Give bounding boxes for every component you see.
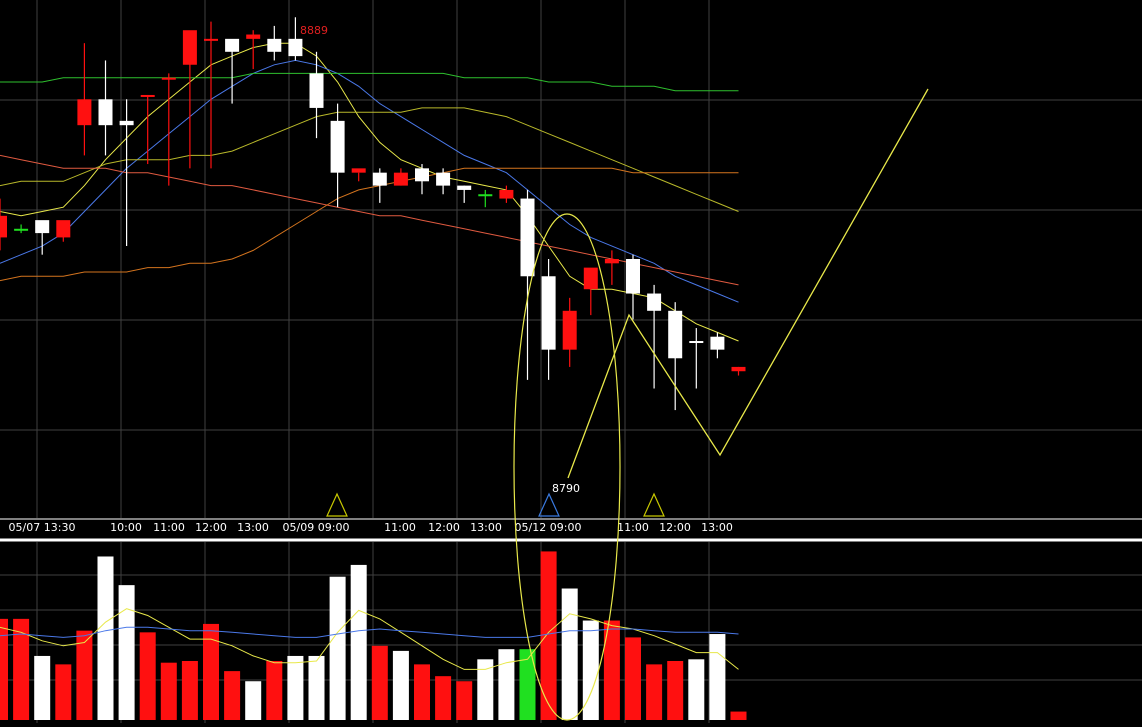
candle-body <box>330 120 345 173</box>
candle-body <box>562 310 577 350</box>
volume-bar <box>118 585 135 720</box>
volume-bar <box>730 711 747 720</box>
candle-body <box>119 120 134 126</box>
candle-body <box>415 168 429 182</box>
volume-bar <box>498 649 515 720</box>
volume-bar <box>371 645 388 720</box>
volume-bar <box>266 661 283 720</box>
volume-bar <box>477 659 494 720</box>
candle-body <box>541 276 556 350</box>
volume-bar <box>76 630 93 720</box>
candle-body <box>288 38 303 57</box>
candle-body <box>457 185 472 190</box>
x-tick-label: 13:00 <box>237 521 269 534</box>
candle-body <box>182 30 197 65</box>
volume-bar <box>561 588 578 720</box>
candle-body <box>56 220 71 238</box>
candle-body <box>204 38 218 41</box>
low-price-label: 8790 <box>552 482 580 495</box>
volume-bar <box>0 618 8 720</box>
x-tick-label: 05/07 13:30 <box>9 521 76 534</box>
volume-bar <box>245 681 262 720</box>
x-tick-label: 11:00 <box>384 521 416 534</box>
volume-bar <box>646 664 663 720</box>
x-tick-label: 12:00 <box>195 521 227 534</box>
x-tick-label: 13:00 <box>470 521 502 534</box>
candle-body <box>689 341 704 344</box>
volume-bar <box>435 676 452 720</box>
volume-bar <box>350 564 367 720</box>
candle-body <box>499 189 514 199</box>
candle-body <box>98 99 113 126</box>
volume-bar <box>667 661 684 720</box>
candle-body <box>351 168 366 173</box>
candle-body <box>77 99 92 126</box>
volume-bar <box>540 551 557 720</box>
volume-bar <box>34 655 51 720</box>
volume-bar <box>287 655 304 720</box>
x-tick-label: 12:00 <box>659 521 691 534</box>
volume-bar <box>181 661 198 720</box>
candle-body <box>626 259 640 294</box>
candle-body <box>478 194 493 197</box>
x-tick-label: 11:00 <box>153 521 185 534</box>
volume-bar <box>55 664 72 720</box>
candle-body <box>246 34 261 39</box>
candle-body <box>0 215 7 238</box>
candle-body <box>225 38 240 52</box>
volume-bar <box>456 681 473 720</box>
volume-bar <box>308 655 325 720</box>
candle-body <box>161 77 176 80</box>
stock-chart: 8889 8790 05/07 13:30 10:00 11:00 12:00 13:0… <box>0 0 1142 723</box>
candle-body <box>267 38 282 52</box>
x-tick-label: 11:00 <box>617 521 649 534</box>
volume-bar <box>392 650 409 720</box>
volume-bar <box>414 664 430 720</box>
x-tick-label: 05/09 09:00 <box>283 521 350 534</box>
volume-bar <box>203 623 219 720</box>
x-tick-label: 12:00 <box>428 521 460 534</box>
volume-bar <box>329 576 346 720</box>
candle-body <box>393 172 408 186</box>
volume-bar <box>709 634 726 720</box>
candle-body <box>520 198 535 277</box>
volume-bar <box>97 556 114 720</box>
high-price-label: 8889 <box>300 24 328 37</box>
volume-bar <box>625 637 641 720</box>
candle-body <box>647 293 662 311</box>
volume-bar <box>224 671 241 720</box>
volume-bar <box>688 659 705 720</box>
candle-body <box>604 259 619 264</box>
candle-body <box>710 336 725 350</box>
candle-body <box>731 366 746 372</box>
candle-body <box>35 220 50 234</box>
chart-root: 8889 8790 05/07 13:30 10:00 11:00 12:00 13:0… <box>0 0 1142 723</box>
candle-body <box>372 172 387 186</box>
candle-body <box>140 94 155 97</box>
volume-bar <box>139 632 156 720</box>
x-tick-label: 10:00 <box>110 521 142 534</box>
candle-body <box>14 228 29 231</box>
volume-bar <box>160 662 177 720</box>
candle-body <box>668 310 683 359</box>
x-tick-label: 13:00 <box>701 521 733 534</box>
candle-body <box>309 73 324 108</box>
candle-body <box>436 172 451 186</box>
candle-body <box>583 267 598 290</box>
x-tick-label: 05/12 09:00 <box>515 521 582 534</box>
